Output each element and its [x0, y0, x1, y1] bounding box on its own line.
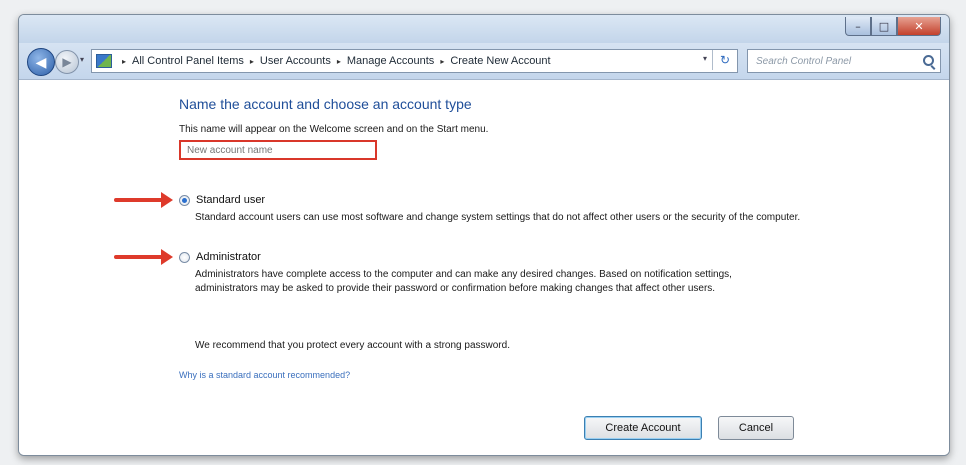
breadcrumb-separator-icon[interactable]: ▸ — [122, 57, 126, 66]
maximize-button[interactable]: □ — [871, 17, 897, 36]
forward-arrow-icon: ▶ — [62, 55, 72, 69]
address-bar[interactable]: ▸ All Control Panel Items ▸ User Account… — [91, 49, 738, 73]
breadcrumb-separator-icon[interactable]: ▸ — [440, 57, 444, 66]
standard-user-option[interactable]: Standard user — [179, 194, 265, 206]
minimize-button[interactable]: – — [845, 17, 871, 36]
recent-pages-dropdown[interactable]: ▾ — [80, 55, 84, 64]
breadcrumb-all-control-panel-items[interactable]: All Control Panel Items — [132, 55, 244, 67]
title-bar: – □ ✕ — [19, 15, 949, 43]
main-content: Name the account and choose an account t… — [19, 80, 949, 455]
refresh-button[interactable]: ↻ — [712, 50, 737, 70]
back-arrow-icon: ◀ — [35, 53, 47, 70]
breadcrumb-separator-icon[interactable]: ▸ — [250, 57, 254, 66]
navigation-bar: ◀ ▶ ▾ ▸ All Control Panel Items ▸ User A… — [19, 43, 949, 80]
page-title: Name the account and choose an account t… — [179, 96, 472, 112]
breadcrumb-separator-icon[interactable]: ▸ — [337, 57, 341, 66]
standard-user-description: Standard account users can use most soft… — [195, 212, 801, 223]
control-panel-window: – □ ✕ ◀ ▶ ▾ ▸ All Control Panel Items ▸ … — [18, 14, 950, 456]
password-recommendation: We recommend that you protect every acco… — [195, 340, 510, 351]
cancel-button[interactable]: Cancel — [718, 416, 794, 440]
account-name-input[interactable] — [179, 140, 377, 160]
administrator-radio[interactable] — [179, 251, 190, 263]
address-dropdown-icon[interactable]: ▾ — [703, 54, 707, 63]
breadcrumb-create-new-account[interactable]: Create New Account — [450, 55, 550, 67]
administrator-label[interactable]: Administrator — [196, 251, 261, 263]
annotation-arrow-administrator-icon — [114, 249, 173, 265]
standard-user-label[interactable]: Standard user — [196, 194, 265, 206]
back-button[interactable]: ◀ — [27, 48, 55, 76]
forward-button[interactable]: ▶ — [55, 50, 79, 74]
caption-buttons: – □ ✕ — [845, 17, 941, 36]
standard-account-help-link[interactable]: Why is a standard account recommended? — [179, 370, 350, 380]
close-button[interactable]: ✕ — [897, 17, 941, 36]
administrator-description: Administrators have complete access to t… — [195, 269, 732, 294]
refresh-icon: ↻ — [719, 53, 731, 67]
search-placeholder: Search Control Panel — [756, 55, 852, 67]
search-box[interactable]: Search Control Panel — [747, 49, 941, 73]
search-icon[interactable] — [923, 55, 934, 66]
control-panel-icon — [96, 54, 112, 68]
annotation-arrow-standard-icon — [114, 192, 173, 208]
breadcrumb-manage-accounts[interactable]: Manage Accounts — [347, 55, 434, 67]
standard-user-radio[interactable] — [179, 194, 190, 206]
breadcrumb-user-accounts[interactable]: User Accounts — [260, 55, 331, 67]
create-account-button[interactable]: Create Account — [584, 416, 702, 440]
administrator-option[interactable]: Administrator — [179, 251, 261, 263]
name-description: This name will appear on the Welcome scr… — [179, 124, 489, 135]
